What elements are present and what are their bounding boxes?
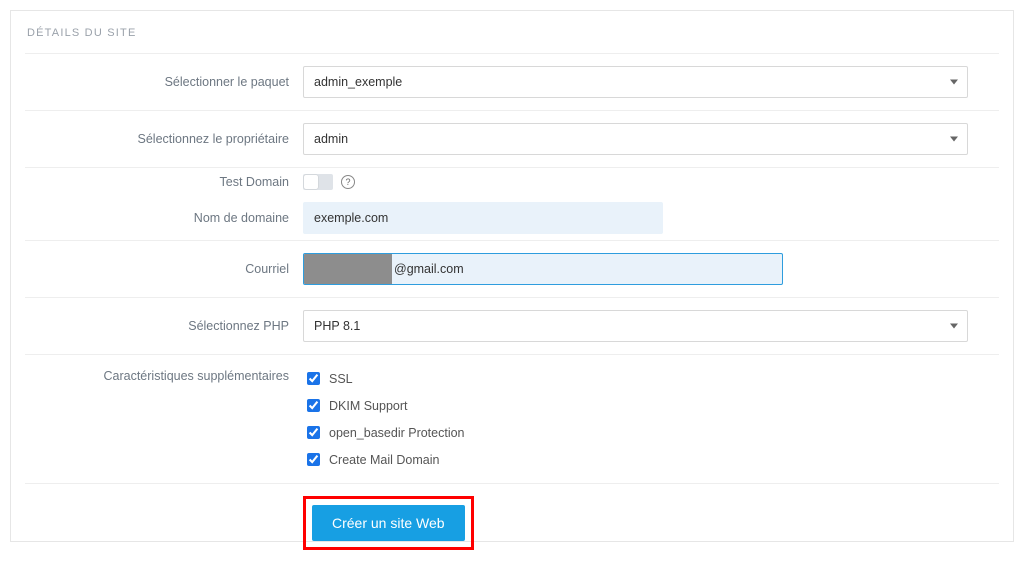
package-label: Sélectionner le paquet (25, 75, 303, 89)
feature-openbasedir[interactable]: open_basedir Protection (303, 421, 465, 444)
owner-label: Sélectionnez le propriétaire (25, 132, 303, 146)
email-input[interactable]: @gmail.com (303, 253, 783, 285)
features-group: SSL DKIM Support open_basedir Protection… (303, 367, 465, 471)
feature-dkim-checkbox[interactable] (307, 399, 320, 412)
php-select[interactable]: PHP 8.1 (303, 310, 968, 342)
test-domain-label: Test Domain (25, 175, 303, 189)
site-details-panel: DÉTAILS DU SITE Sélectionner le paquet a… (10, 10, 1014, 542)
submit-highlight: Créer un site Web (303, 496, 474, 550)
owner-select[interactable]: admin (303, 123, 968, 155)
feature-ssl-checkbox[interactable] (307, 372, 320, 385)
package-select[interactable]: admin_exemple (303, 66, 968, 98)
php-label: Sélectionnez PHP (25, 319, 303, 333)
feature-dkim[interactable]: DKIM Support (303, 394, 408, 417)
feature-openbasedir-checkbox[interactable] (307, 426, 320, 439)
panel-title: DÉTAILS DU SITE (19, 27, 1005, 53)
feature-ssl[interactable]: SSL (303, 367, 353, 390)
feature-maildomain[interactable]: Create Mail Domain (303, 448, 439, 471)
help-icon[interactable]: ? (341, 175, 355, 189)
test-domain-toggle[interactable] (303, 174, 333, 190)
create-site-button[interactable]: Créer un site Web (312, 505, 465, 541)
feature-maildomain-checkbox[interactable] (307, 453, 320, 466)
domain-label: Nom de domaine (25, 211, 303, 225)
domain-input[interactable] (303, 202, 663, 234)
email-label: Courriel (25, 262, 303, 276)
email-redacted (304, 254, 392, 284)
features-label: Caractéristiques supplémentaires (25, 367, 303, 383)
